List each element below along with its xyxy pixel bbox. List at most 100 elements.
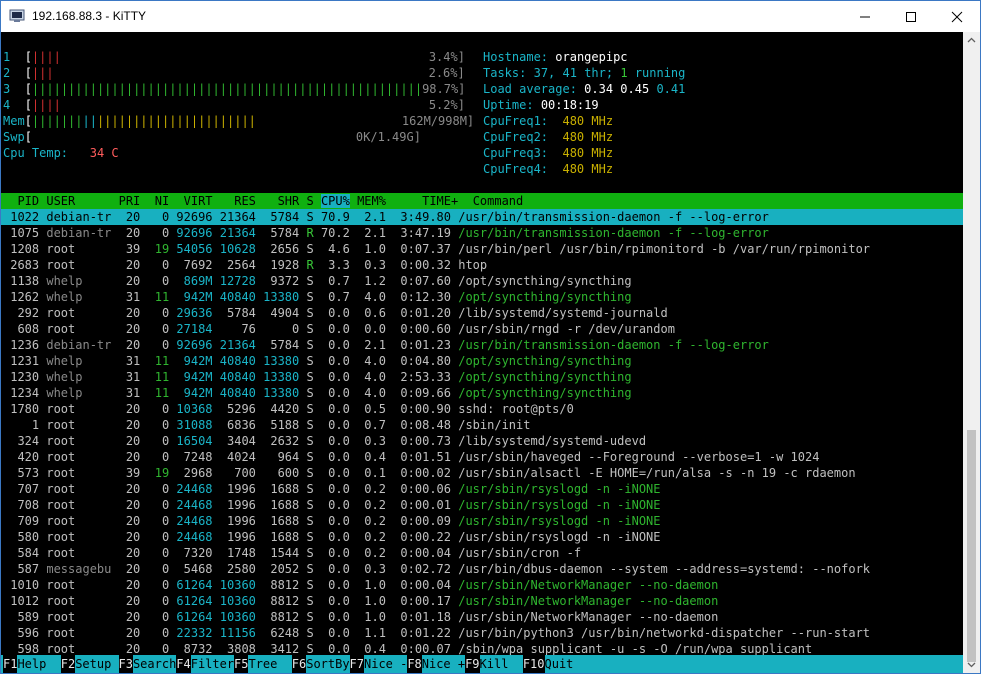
fkey-f9[interactable]: F9 <box>465 655 480 673</box>
table-row[interactable]: 292 root 20 0 29636 5784 4904 S 0.0 0.6 … <box>3 305 667 321</box>
cell-pid: 1138 <box>3 274 40 288</box>
column-header-command[interactable]: Command <box>473 194 524 208</box>
cell-ni: 0 <box>140 226 170 240</box>
column-header-shr[interactable]: SHR <box>256 194 300 208</box>
scrollbar-thumb[interactable] <box>967 430 976 662</box>
cell-mem: 0.7 <box>349 418 386 432</box>
cell-command: /opt/syncthing/syncthing <box>458 354 632 368</box>
terminal-area[interactable]: 1 [|||| 3.4%] 2 [||| 2.6%] 3 [||||||||||||… <box>1 32 963 673</box>
cell-pid: 1 <box>3 418 40 432</box>
title-bar[interactable]: 192.168.88.3 - KiTTY <box>1 1 980 32</box>
cell-state: S <box>299 450 314 464</box>
cell-state: S <box>299 546 314 560</box>
cell-user: root <box>39 498 112 512</box>
cell-user: debian-tr <box>39 226 112 240</box>
cell-mem: 0.3 <box>349 562 386 576</box>
column-header-pri[interactable]: PRI <box>111 194 141 208</box>
column-headers[interactable]: PID USER PRI NI VIRT RES SHR S CPU% MEM%… <box>3 193 523 209</box>
table-row[interactable]: 580 root 20 0 24468 1996 1688 S 0.0 0.2 … <box>3 529 660 545</box>
cell-shr: 8812 <box>255 594 300 608</box>
column-header-ni[interactable]: NI <box>140 194 169 208</box>
scroll-up-icon[interactable] <box>967 36 976 45</box>
scroll-down-icon[interactable] <box>967 660 976 669</box>
table-row[interactable]: 584 root 20 0 7320 1748 1544 S 0.0 0.2 0… <box>3 545 581 561</box>
cell-mem: 1.1 <box>349 626 386 640</box>
table-row[interactable]: 1010 root 20 0 61264 10360 8812 S 0.0 1.… <box>3 577 718 593</box>
table-row[interactable]: 1234 whelp 31 11 942M 40840 13380 S 0.0 … <box>3 385 631 401</box>
fkey-f1[interactable]: F1 <box>3 655 18 673</box>
fkey-label-f9[interactable]: Kill <box>480 655 509 673</box>
fkey-f6[interactable]: F6 <box>291 655 307 673</box>
kitty-app-icon[interactable] <box>9 8 25 24</box>
fkey-f2[interactable]: F2 <box>60 655 76 673</box>
column-header-pid[interactable]: PID <box>3 194 39 208</box>
fkey-label-f2[interactable]: Setup <box>75 655 111 673</box>
fkey-label-f3[interactable]: Search <box>133 655 176 673</box>
cell-virt: 7692 <box>169 258 213 272</box>
fkey-label-f1[interactable]: Help <box>17 655 46 673</box>
cell-mem: 4.0 <box>349 290 386 304</box>
column-header-cpu[interactable]: CPU% <box>320 194 350 208</box>
fkey-f4[interactable]: F4 <box>176 655 191 673</box>
cell-state: S <box>299 530 314 544</box>
cell-command: /usr/bin/perl /usr/bin/rpimonitord -b /v… <box>458 242 871 256</box>
column-header-virt[interactable]: VIRT <box>169 194 213 208</box>
vertical-scrollbar[interactable] <box>963 32 980 673</box>
table-row[interactable]: 1780 root 20 0 10368 5296 4420 S 0.0 0.5… <box>3 401 574 417</box>
table-row[interactable]: 324 root 20 0 16504 3404 2632 S 0.0 0.3 … <box>3 433 646 449</box>
table-row[interactable]: 1236 debian-tr 20 0 92696 21364 5784 S 0… <box>3 337 769 353</box>
cell-pri: 31 <box>111 370 141 384</box>
table-row[interactable]: 2683 root 20 0 7692 2564 1928 R 3.3 0.3 … <box>3 257 487 273</box>
fkey-f5[interactable]: F5 <box>234 655 249 673</box>
close-button[interactable] <box>934 1 980 32</box>
table-row[interactable]: 1208 root 39 19 54056 10628 2656 S 4.6 1… <box>3 241 870 257</box>
window-title: 192.168.88.3 - KiTTY <box>32 9 147 23</box>
table-row[interactable]: 1022 debian-tr 20 0 92696 21364 5784 S 7… <box>3 209 769 225</box>
fkey-label-f5[interactable]: Tree <box>248 655 277 673</box>
table-row[interactable]: 1262 whelp 31 11 942M 40840 13380 S 0.7 … <box>3 289 631 305</box>
table-row[interactable]: 1075 debian-tr 20 0 92696 21364 5784 R 7… <box>3 225 769 241</box>
fkey-label-f8[interactable]: Nice + <box>422 655 465 673</box>
function-key-bar[interactable]: F1 Help F2 Setup F3 Search F4 Filter F5 Tree F6… <box>1 655 963 673</box>
fkey-f8[interactable]: F8 <box>407 655 422 673</box>
table-row[interactable]: 709 root 20 0 24468 1996 1688 S 0.0 0.2 … <box>3 513 660 529</box>
fkey-label-f7[interactable]: Nice - <box>364 655 407 673</box>
table-row[interactable]: 1012 root 20 0 61264 10360 8812 S 0.0 1.… <box>3 593 718 609</box>
cell-shr: 964 <box>255 450 300 464</box>
fkey-f3[interactable]: F3 <box>118 655 133 673</box>
fkey-label-f10[interactable]: Quit <box>545 655 574 673</box>
column-header-s[interactable]: S <box>299 194 313 208</box>
table-row[interactable]: 608 root 20 0 27184 76 0 S 0.0 0.0 0:00.… <box>3 321 675 337</box>
cell-user: root <box>39 546 112 560</box>
column-header-res[interactable]: RES <box>213 194 256 208</box>
cell-mem: 0.5 <box>349 402 386 416</box>
cell-command: /usr/sbin/cron -f <box>458 546 582 560</box>
fkey-f10[interactable]: F10 <box>522 655 545 673</box>
column-header-mem[interactable]: MEM% <box>350 194 386 208</box>
cell-pid: 1236 <box>3 338 40 352</box>
table-row[interactable]: 708 root 20 0 24468 1996 1688 S 0.0 0.2 … <box>3 497 660 513</box>
maximize-button[interactable] <box>888 1 934 32</box>
table-row[interactable]: 1 root 20 0 31088 6836 5188 S 0.0 0.7 0:… <box>3 417 531 433</box>
column-header-time[interactable]: TIME+ <box>386 194 473 208</box>
table-row[interactable]: 587 messagebu 20 0 5468 2580 2052 S 0.0 … <box>3 561 870 577</box>
fkey-f7[interactable]: F7 <box>349 655 364 673</box>
table-row[interactable]: 420 root 20 0 7248 4024 964 S 0.0 0.4 0:… <box>3 449 819 465</box>
table-row[interactable]: 573 root 39 19 2968 700 600 S 0.0 0.1 0:… <box>3 465 855 481</box>
cell-virt: 92696 <box>169 226 213 240</box>
cell-shr: 5784 <box>255 338 300 352</box>
table-row[interactable]: 1138 whelp 20 0 869M 12728 9372 S 0.7 1.… <box>3 273 631 289</box>
cell-user: root <box>39 482 112 496</box>
column-header-user[interactable]: USER <box>39 194 111 208</box>
cell-res: 3404 <box>212 434 256 448</box>
fkey-label-f6[interactable]: SortBy <box>306 655 349 673</box>
minimize-button[interactable] <box>842 1 888 32</box>
cell-cpu: 0.7 <box>313 290 350 304</box>
table-row[interactable]: 1230 whelp 31 11 942M 40840 13380 S 0.0 … <box>3 369 631 385</box>
table-row[interactable]: 707 root 20 0 24468 1996 1688 S 0.0 0.2 … <box>3 481 660 497</box>
cell-user: debian-tr <box>39 338 112 352</box>
table-row[interactable]: 1231 whelp 31 11 942M 40840 13380 S 0.0 … <box>3 353 632 369</box>
fkey-label-f4[interactable]: Filter <box>191 655 234 673</box>
table-row[interactable]: 596 root 20 0 22332 11156 6248 S 0.0 1.1… <box>3 625 870 641</box>
table-row[interactable]: 589 root 20 0 61264 10360 8812 S 0.0 1.0… <box>3 609 718 625</box>
